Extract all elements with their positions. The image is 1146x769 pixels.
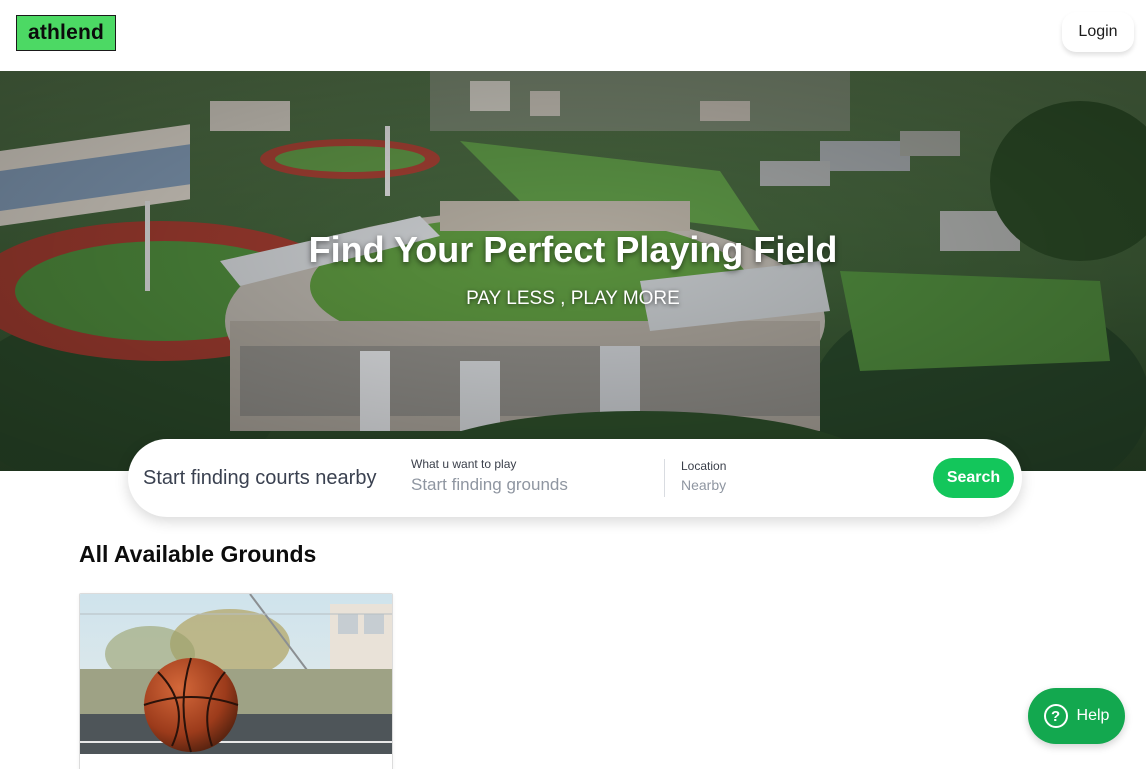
help-label: Help <box>1076 707 1110 724</box>
top-nav: athlend Login <box>0 0 1146 71</box>
sport-field-label: What u want to play <box>411 457 517 471</box>
grounds-section-title: All Available Grounds <box>79 541 317 567</box>
hero-banner: Find Your Perfect Playing Field PAY LESS… <box>0 71 1146 471</box>
login-button[interactable]: Login <box>1062 12 1134 52</box>
page: athlend Login Find Your Perfect Playing … <box>0 0 1146 769</box>
stadium-aerial-image <box>0 71 1146 471</box>
question-circle-icon: ? <box>1043 704 1068 728</box>
search-lead-text: Start finding courts nearby <box>143 467 377 489</box>
ground-card[interactable] <box>79 593 393 769</box>
location-field-label: Location <box>681 459 727 473</box>
hero-subtitle: PAY LESS , PLAY MORE <box>466 288 680 309</box>
basketball-court-image <box>80 594 392 754</box>
search-button[interactable]: Search <box>933 458 1014 498</box>
help-button[interactable]: ? Help <box>1028 688 1125 744</box>
search-bar: Start finding courts nearby What u want … <box>128 439 1022 517</box>
location-field: Location <box>681 459 911 495</box>
sport-field: What u want to play <box>411 457 651 495</box>
search-divider <box>664 459 665 497</box>
athlend-logo[interactable]: athlend <box>16 15 116 51</box>
location-input[interactable] <box>681 477 911 493</box>
hero-title: Find Your Perfect Playing Field <box>308 229 838 270</box>
sport-input[interactable] <box>411 475 641 495</box>
